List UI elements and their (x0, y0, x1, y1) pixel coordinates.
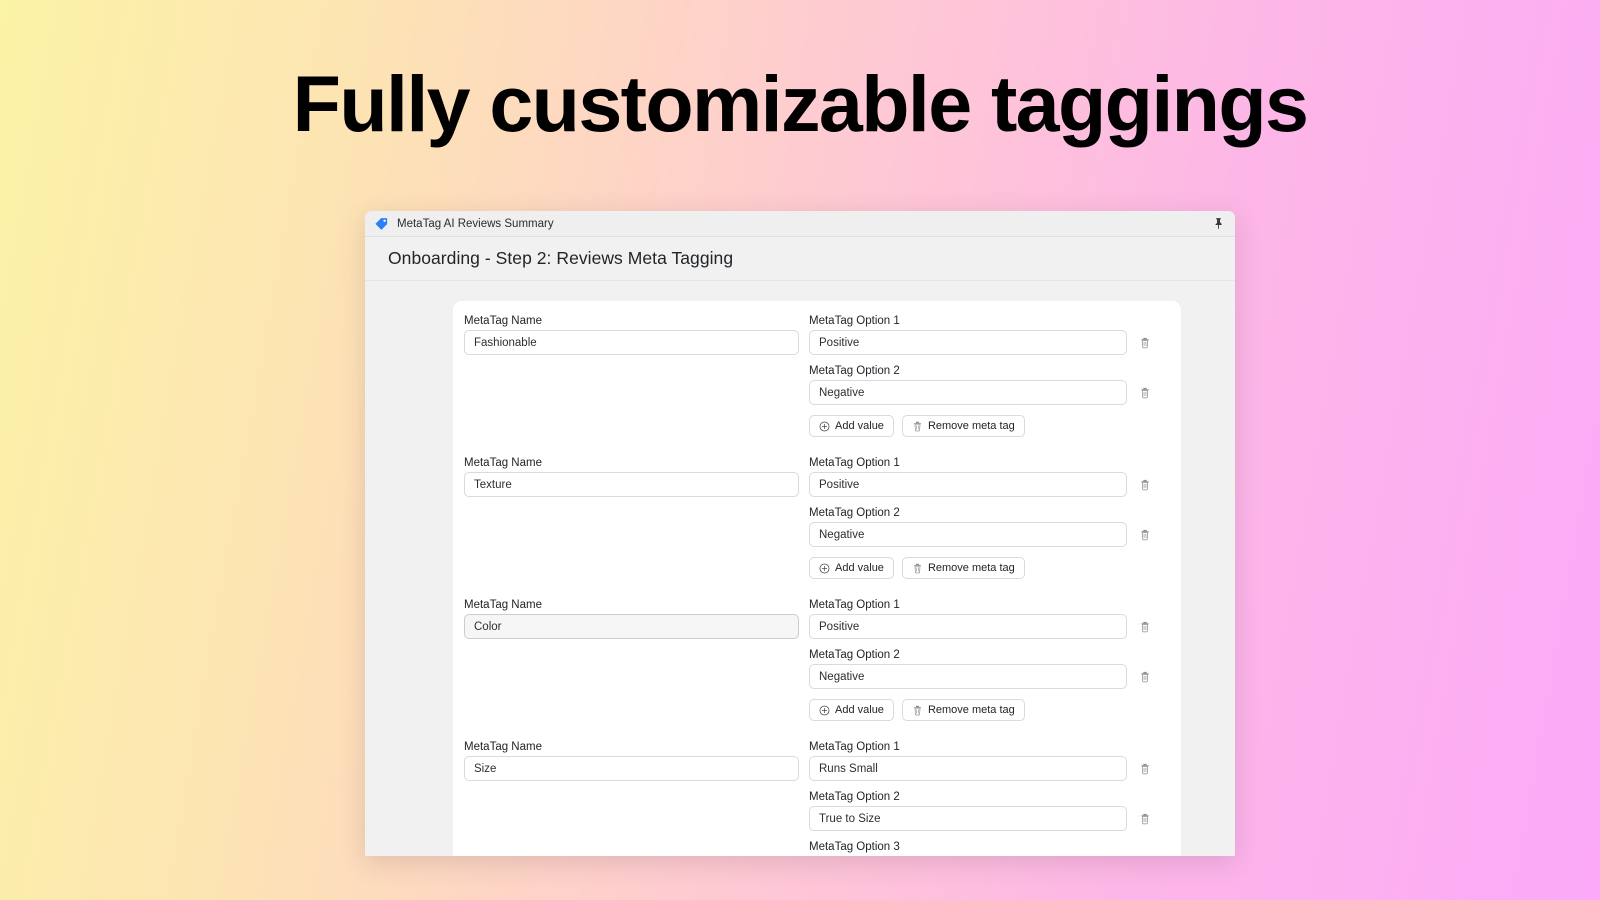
remove-meta-tag-button[interactable]: Remove meta tag (901, 699, 1025, 721)
metatag-option-input-line: Negative (809, 664, 1156, 689)
hero-section: Fully customizable taggings (0, 59, 1600, 148)
metatag-option-input[interactable]: Negative (809, 522, 1127, 547)
page-headline: Fully customizable taggings (292, 59, 1309, 148)
pin-icon[interactable] (1212, 217, 1225, 230)
delete-option-trash-icon[interactable] (1134, 332, 1156, 354)
metatag-row-actions: Add value Remove meta tag (809, 557, 1156, 579)
metatag-option-input-line: Positive (809, 472, 1156, 497)
metatag-option-label: MetaTag Option 1 (809, 457, 900, 469)
metatag-name-column: MetaTag Name Texture (464, 457, 809, 507)
metatag-row-actions: Add value Remove meta tag (809, 415, 1156, 437)
remove-meta-tag-button[interactable]: Remove meta tag (901, 415, 1025, 437)
page-title: Onboarding - Step 2: Reviews Meta Taggin… (388, 248, 734, 268)
metatag-option-input-line: Runs Small (809, 756, 1156, 781)
metatag-option-label: MetaTag Option 2 (809, 507, 900, 519)
metatag-name-label: MetaTag Name (464, 457, 542, 469)
metatag-name-input[interactable]: Fashionable (464, 330, 799, 355)
metatag-option-input-line: Positive (809, 330, 1156, 355)
trash-icon (912, 421, 923, 432)
plus-circle-icon (819, 421, 830, 432)
metatag-options-column: MetaTag Option 1 Runs Small MetaTag Option… (809, 741, 1156, 856)
add-value-button-label: Add value (835, 562, 884, 574)
metatag-option-input[interactable]: Positive (809, 472, 1127, 497)
tag-icon (374, 216, 389, 231)
metatag-row-actions: Add value Remove meta tag (809, 699, 1156, 721)
delete-option-trash-icon[interactable] (1134, 758, 1156, 780)
metatag-name-label: MetaTag Name (464, 741, 542, 753)
metatag-name-input[interactable]: Color (464, 614, 799, 639)
metatag-option-input[interactable]: Runs Small (809, 756, 1127, 781)
metatag-row: MetaTag Name Texture MetaTag Option 1 Posit… (464, 457, 1156, 599)
metatag-name-input-line: Fashionable (464, 330, 799, 355)
metatag-option-label: MetaTag Option 1 (809, 315, 900, 327)
metatag-row: MetaTag Name Color MetaTag Option 1 Positiv… (464, 599, 1156, 741)
metatag-name-label: MetaTag Name (464, 315, 542, 327)
metatag-options-column: MetaTag Option 1 Positive MetaTag Option 2… (809, 457, 1156, 589)
add-value-button[interactable]: Add value (809, 699, 894, 721)
metatag-options-column: MetaTag Option 1 Positive MetaTag Option 2… (809, 315, 1156, 447)
metatag-option-label: MetaTag Option 2 (809, 649, 900, 661)
metatag-option-label: MetaTag Option 2 (809, 791, 900, 803)
remove-meta-tag-button-label: Remove meta tag (927, 562, 1015, 574)
metatag-option-input[interactable]: Negative (809, 380, 1127, 405)
metatag-option-input[interactable]: Positive (809, 614, 1127, 639)
metatag-row: MetaTag Name Size MetaTag Option 1 Runs Sma… (464, 741, 1156, 856)
metatag-options-column: MetaTag Option 1 Positive MetaTag Option 2… (809, 599, 1156, 731)
metatag-option-label: MetaTag Option 1 (809, 741, 900, 753)
metatag-option-label: MetaTag Option 3 (809, 841, 900, 853)
metatag-name-column: MetaTag Name Color (464, 599, 809, 649)
metatag-row: MetaTag Name Fashionable MetaTag Option 1 P… (464, 315, 1156, 457)
remove-meta-tag-button[interactable]: Remove meta tag (901, 557, 1025, 579)
metatag-name-input[interactable]: Texture (464, 472, 799, 497)
add-value-button-label: Add value (835, 420, 884, 432)
app-window: MetaTag AI Reviews Summary Onboarding - … (365, 211, 1235, 856)
metatag-option-input-line: Negative (809, 380, 1156, 405)
remove-meta-tag-button-label: Remove meta tag (927, 704, 1015, 716)
page-header: Onboarding - Step 2: Reviews Meta Taggin… (365, 237, 1235, 281)
remove-meta-tag-button-label: Remove meta tag (927, 420, 1015, 432)
add-value-button[interactable]: Add value (809, 557, 894, 579)
metatag-option-label: MetaTag Option 2 (809, 365, 900, 377)
metatag-name-input-line: Texture (464, 472, 799, 497)
delete-option-trash-icon[interactable] (1134, 808, 1156, 830)
metatag-name-column: MetaTag Name Fashionable (464, 315, 809, 365)
window-titlebar: MetaTag AI Reviews Summary (365, 211, 1235, 237)
metatag-name-input-line: Color (464, 614, 799, 639)
metatag-name-input-line: Size (464, 756, 799, 781)
window-tab-title: MetaTag AI Reviews Summary (397, 217, 554, 230)
delete-option-trash-icon[interactable] (1134, 666, 1156, 688)
trash-icon (912, 563, 923, 574)
plus-circle-icon (819, 705, 830, 716)
metatag-form-panel: MetaTag Name Fashionable MetaTag Option 1 P… (453, 301, 1181, 856)
metatag-name-input[interactable]: Size (464, 756, 799, 781)
add-value-button-label: Add value (835, 704, 884, 716)
metatag-option-input[interactable]: Negative (809, 664, 1127, 689)
metatag-option-input-line: Positive (809, 614, 1156, 639)
delete-option-trash-icon[interactable] (1134, 382, 1156, 404)
metatag-option-input-line: Negative (809, 522, 1156, 547)
page-body: MetaTag Name Fashionable MetaTag Option 1 P… (365, 281, 1235, 856)
add-value-button[interactable]: Add value (809, 415, 894, 437)
metatag-option-input[interactable]: Positive (809, 330, 1127, 355)
trash-icon (912, 705, 923, 716)
delete-option-trash-icon[interactable] (1134, 524, 1156, 546)
metatag-option-input[interactable]: True to Size (809, 806, 1127, 831)
plus-circle-icon (819, 563, 830, 574)
delete-option-trash-icon[interactable] (1134, 616, 1156, 638)
metatag-option-input-line: True to Size (809, 806, 1156, 831)
delete-option-trash-icon[interactable] (1134, 474, 1156, 496)
metatag-name-column: MetaTag Name Size (464, 741, 809, 791)
metatag-name-label: MetaTag Name (464, 599, 542, 611)
metatag-option-label: MetaTag Option 1 (809, 599, 900, 611)
